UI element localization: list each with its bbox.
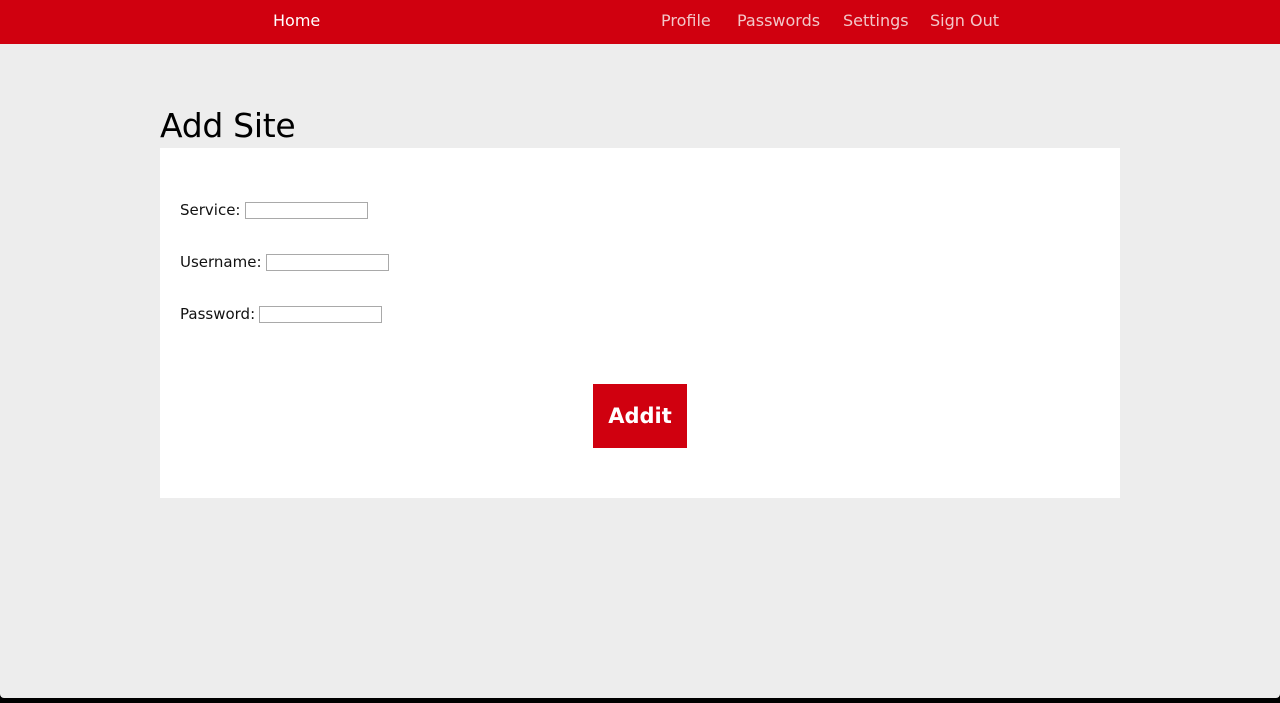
password-label: Password:	[180, 305, 256, 323]
service-row: Service:	[180, 199, 368, 221]
nav-settings-link[interactable]: Settings	[843, 0, 909, 44]
service-label: Service:	[180, 201, 241, 219]
username-input[interactable]	[265, 253, 389, 271]
nav-passwords-link[interactable]: Passwords	[737, 0, 820, 44]
nav-sign-out-link[interactable]: Sign Out	[930, 0, 999, 44]
nav-profile-link[interactable]: Profile	[661, 0, 711, 44]
top-navbar: Home Profile Passwords Settings Sign Out	[0, 0, 1280, 44]
add-site-form-card: Service: Username: Password: Addit	[160, 148, 1120, 498]
password-row: Password:	[180, 303, 383, 325]
username-row: Username:	[180, 251, 389, 273]
browser-viewport: Home Profile Passwords Settings Sign Out…	[0, 0, 1280, 698]
nav-home-link[interactable]: Home	[273, 0, 320, 44]
page-title: Add Site	[160, 106, 296, 145]
password-input[interactable]	[259, 305, 383, 323]
username-label: Username:	[180, 253, 262, 271]
add-site-submit-button[interactable]: Addit	[593, 384, 687, 448]
service-input[interactable]	[244, 201, 368, 219]
